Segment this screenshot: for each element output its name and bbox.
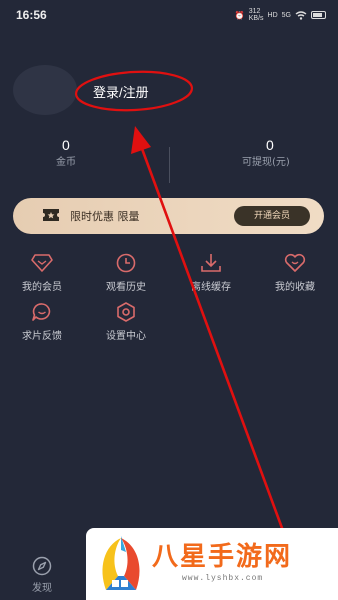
watermark: 八星手游网 www.lyshbx.com: [86, 528, 338, 600]
annotation-arrow-line: [139, 144, 284, 530]
watermark-logo: [102, 536, 140, 590]
watermark-url: www.lyshbx.com: [182, 574, 264, 583]
annotation-ellipse: [74, 70, 194, 112]
watermark-text: 八星手游网: [152, 542, 293, 572]
annotation-overlay: [74, 70, 284, 530]
annotation-arrow-head: [131, 126, 151, 154]
